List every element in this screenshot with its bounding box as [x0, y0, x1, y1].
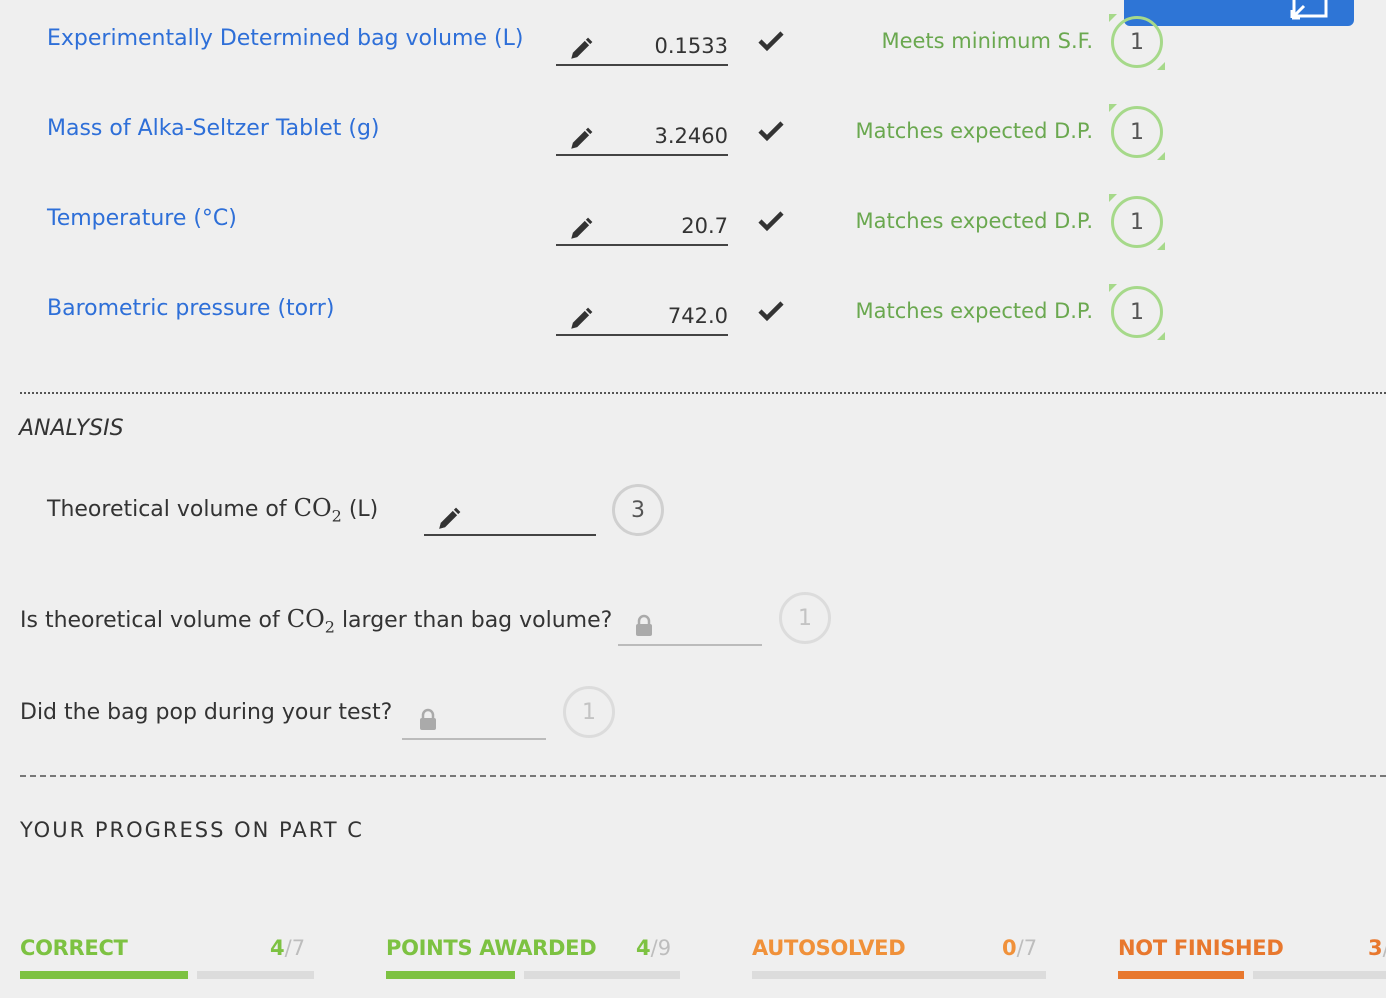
progress-points-awarded-bar-track: [524, 971, 680, 979]
points-badge: 1: [1109, 104, 1165, 160]
pencil-icon: [571, 127, 593, 149]
pop-question-label: Did the bag pop during your test?: [20, 700, 393, 725]
tablet-mass-label[interactable]: Mass of Alka-Seltzer Tablet (g): [47, 116, 380, 141]
progress-points-awarded-bar-fill: [386, 971, 515, 979]
progress-not-finished-bar-track: [1253, 971, 1386, 979]
lock-icon: [420, 708, 436, 730]
input-value: 20.7: [681, 214, 728, 238]
progress-not-finished-label: NOT FINISHED: [1118, 936, 1284, 960]
progress-correct-bar-fill: [20, 971, 188, 979]
points-badge: 1: [779, 592, 831, 644]
points-badge: 3: [612, 484, 664, 536]
progress-title: YOUR PROGRESS ON PART C: [20, 818, 364, 842]
progress-points-awarded-count: 4/9: [636, 936, 672, 960]
points-badge: 1: [1109, 14, 1165, 70]
check-icon: [758, 211, 784, 232]
progress-not-finished-count: 3/: [1368, 936, 1386, 960]
theoretical-volume-label: Theoretical volume of CO2 (L): [47, 494, 379, 526]
validation-status: Matches expected D.P.: [855, 209, 1093, 233]
progress-correct-bar-track: [197, 971, 314, 979]
analysis-heading: ANALYSIS: [19, 416, 124, 441]
input-value: 742.0: [667, 304, 728, 328]
validation-status: Matches expected D.P.: [855, 119, 1093, 143]
validation-status: Matches expected D.P.: [855, 299, 1093, 323]
input-value: 0.1533: [654, 34, 728, 58]
points-badge: 1: [563, 686, 615, 738]
tablet-mass-input[interactable]: 3.2460: [556, 120, 728, 156]
temperature-label[interactable]: Temperature (°C): [47, 206, 237, 231]
points-badge: 1: [1109, 194, 1165, 250]
progress-autosolved-bar-track: [752, 971, 1046, 979]
progress-correct-count: 4/7: [270, 936, 306, 960]
larger-question-label: Is theoretical volume of CO2 larger than…: [20, 605, 613, 637]
section-divider: [20, 392, 1386, 394]
barometric-pressure-input[interactable]: 742.0: [556, 300, 728, 336]
pencil-icon: [571, 37, 593, 59]
section-divider: [20, 775, 1386, 777]
check-icon: [758, 121, 784, 142]
input-value: 3.2460: [654, 124, 728, 148]
pencil-icon: [571, 307, 593, 329]
pencil-icon: [439, 507, 461, 529]
theoretical-volume-input[interactable]: [424, 500, 596, 536]
larger-answer-select[interactable]: [618, 614, 762, 646]
pop-answer-select[interactable]: [402, 708, 546, 740]
progress-autosolved-count: 0/7: [1002, 936, 1038, 960]
points-badge: 1: [1109, 284, 1165, 340]
check-icon: [758, 31, 784, 52]
progress-not-finished-bar-fill: [1118, 971, 1244, 979]
progress-points-awarded-label: POINTS AWARDED: [386, 936, 597, 960]
validation-status: Meets minimum S.F.: [881, 29, 1093, 53]
lock-icon: [636, 614, 652, 636]
temperature-input[interactable]: 20.7: [556, 210, 728, 246]
barometric-pressure-label[interactable]: Barometric pressure (torr): [47, 296, 334, 321]
progress-correct-label: CORRECT: [20, 936, 128, 960]
check-icon: [758, 301, 784, 322]
minimize-icon: [1290, 0, 1328, 20]
bag-volume-input[interactable]: 0.1533: [556, 30, 728, 66]
bag-volume-label[interactable]: Experimentally Determined bag volume (L): [47, 26, 523, 51]
progress-autosolved-label: AUTOSOLVED: [752, 936, 906, 960]
minimize-button[interactable]: [1124, 0, 1354, 26]
pencil-icon: [571, 217, 593, 239]
